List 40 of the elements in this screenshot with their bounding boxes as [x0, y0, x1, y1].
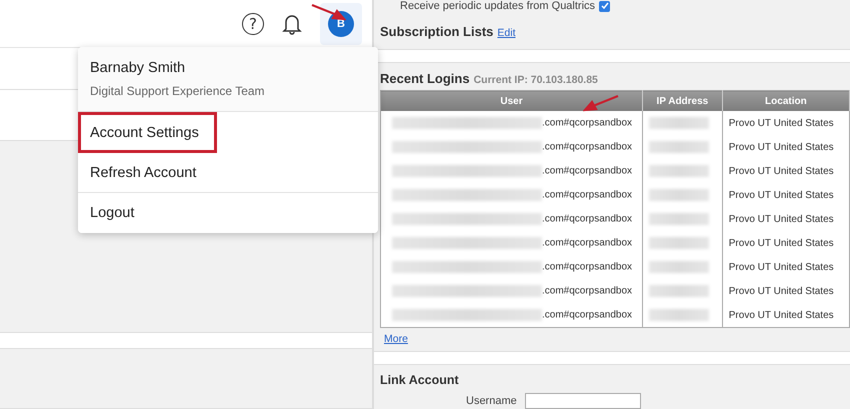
user-name: Barnaby Smith — [90, 60, 186, 76]
user-cell: .com#qcorpsandbox — [380, 231, 643, 255]
field-label: Username — [466, 395, 517, 407]
username-field[interactable] — [524, 393, 641, 409]
team-name: Digital Support Experience Team — [90, 84, 266, 98]
user-cell: .com#qcorpsandbox — [380, 111, 643, 135]
user-cell: .com#qcorpsandbox — [380, 135, 643, 159]
location-cell: Provo UT United States — [722, 303, 850, 328]
location-cell: Provo UT United States — [722, 183, 850, 207]
location-cell: Provo UT United States — [722, 207, 850, 231]
updates-label: Receive periodic updates from Qualtrics — [400, 0, 596, 12]
location-cell: Provo UT United States — [722, 159, 850, 183]
section-title: Subscription Lists — [380, 24, 494, 39]
user-cell: .com#qcorpsandbox — [380, 159, 643, 183]
section-title: Recent Logins — [380, 71, 470, 86]
location-cell: Provo UT United States — [722, 111, 850, 135]
edit-link[interactable]: Edit — [497, 27, 516, 39]
section-title: Link Account — [380, 373, 459, 387]
user-cell: .com#qcorpsandbox — [380, 183, 643, 207]
location-cell: Provo UT United States — [722, 279, 850, 303]
column-header: IP Address — [642, 90, 722, 111]
location-cell: Provo UT United States — [722, 255, 850, 279]
location-cell: Provo UT United States — [722, 231, 850, 255]
checkbox[interactable] — [599, 0, 610, 12]
location-cell: Provo UT United States — [722, 135, 850, 159]
help-button[interactable]: ? — [242, 12, 264, 35]
user-cell: .com#qcorpsandbox — [380, 255, 643, 279]
user-cell: .com#qcorpsandbox — [380, 303, 643, 328]
bell-icon[interactable] — [282, 12, 302, 35]
menu-item[interactable]: Account Settings — [78, 112, 217, 153]
column-header: User — [380, 90, 643, 111]
menu-item[interactable]: Logout — [78, 193, 378, 233]
menu-item[interactable]: Refresh Account — [78, 153, 378, 193]
column-header: Location — [722, 90, 850, 111]
more-link[interactable]: More — [384, 333, 408, 345]
arrow-annotation — [583, 94, 619, 112]
user-cell: .com#qcorpsandbox — [380, 207, 643, 231]
current-ip: Current IP: 70.103.180.85 — [474, 74, 598, 86]
arrow-annotation — [311, 3, 346, 21]
user-cell: .com#qcorpsandbox — [380, 279, 643, 303]
